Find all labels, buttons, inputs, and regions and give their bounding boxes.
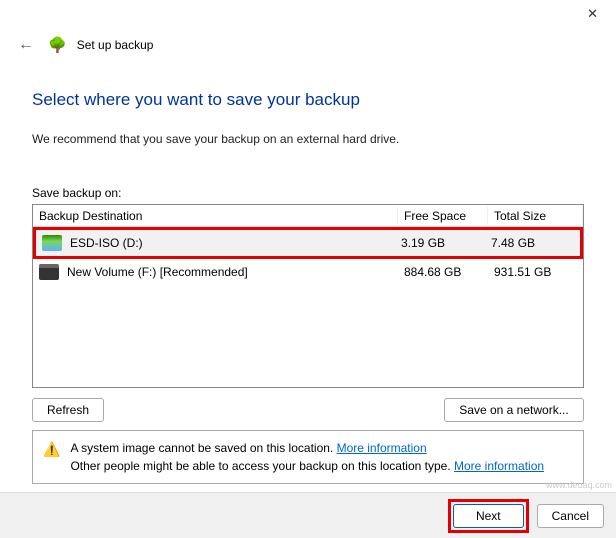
col-destination[interactable]: Backup Destination <box>33 207 398 225</box>
warning-box: ⚠️ A system image cannot be saved on thi… <box>32 430 584 484</box>
wizard-header: ← 🌳 Set up backup <box>0 28 616 56</box>
warning-line-2: Other people might be able to access you… <box>70 459 454 473</box>
warning-icon: ⚠️ <box>43 439 60 475</box>
drive-total: 7.48 GB <box>485 234 580 252</box>
content-area: Select where you want to save your backu… <box>0 56 616 484</box>
warning-text: A system image cannot be saved on this l… <box>70 439 544 475</box>
next-button-highlight: Next <box>448 499 529 533</box>
table-row[interactable]: ESD-ISO (D:) 3.19 GB 7.48 GB <box>36 230 580 256</box>
table-head: Backup Destination Free Space Total Size <box>33 205 583 227</box>
warning-line-1: A system image cannot be saved on this l… <box>70 441 336 455</box>
more-info-link[interactable]: More information <box>337 441 427 455</box>
cancel-button[interactable]: Cancel <box>537 504 604 528</box>
list-label: Save backup on: <box>32 186 584 200</box>
save-network-button[interactable]: Save on a network... <box>444 398 584 422</box>
drive-name: ESD-ISO (D:) <box>70 236 143 250</box>
selected-row-highlight: ESD-ISO (D:) 3.19 GB 7.48 GB <box>33 227 583 259</box>
drive-free: 3.19 GB <box>395 234 485 252</box>
drive-total: 931.51 GB <box>488 263 583 281</box>
table-row[interactable]: New Volume (F:) [Recommended] 884.68 GB … <box>33 259 583 285</box>
refresh-button[interactable]: Refresh <box>32 398 104 422</box>
drive-free: 884.68 GB <box>398 263 488 281</box>
drive-icon <box>39 264 59 280</box>
drive-icon <box>42 235 62 251</box>
footer-bar: Next Cancel <box>0 492 616 538</box>
table-body: ESD-ISO (D:) 3.19 GB 7.48 GB New Volume … <box>33 227 583 387</box>
backup-wizard-icon: 🌳 <box>48 36 67 54</box>
col-total-size[interactable]: Total Size <box>488 207 583 225</box>
more-info-link[interactable]: More information <box>454 459 544 473</box>
recommendation-text: We recommend that you save your backup o… <box>32 132 584 146</box>
wizard-title: Set up backup <box>77 38 154 52</box>
titlebar: ✕ <box>0 0 616 28</box>
page-heading: Select where you want to save your backu… <box>32 90 584 110</box>
watermark: www.deuaq.com <box>546 480 612 490</box>
drive-name: New Volume (F:) [Recommended] <box>67 265 248 279</box>
action-row: Refresh Save on a network... <box>32 398 584 422</box>
close-icon[interactable]: ✕ <box>577 2 608 26</box>
back-arrow-icon[interactable]: ← <box>14 34 38 56</box>
drives-table: Backup Destination Free Space Total Size… <box>32 204 584 388</box>
col-free-space[interactable]: Free Space <box>398 207 488 225</box>
next-button[interactable]: Next <box>453 504 524 528</box>
